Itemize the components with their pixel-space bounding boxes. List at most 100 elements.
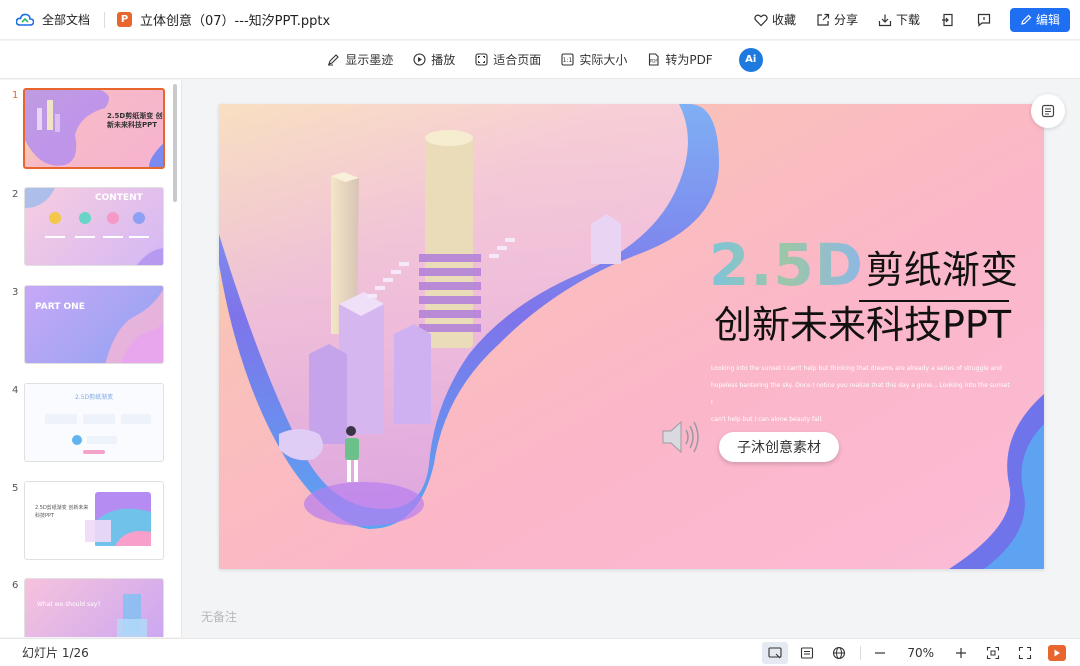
thumbnail-slide-2[interactable]: CONTENT	[24, 187, 164, 266]
favorite-button[interactable]: 收藏	[744, 11, 806, 28]
slide-notes[interactable]: 无备注	[201, 608, 237, 625]
show-ink-button[interactable]: 显示墨迹	[327, 51, 393, 68]
zoom-in-button[interactable]	[948, 642, 974, 664]
normal-view-button[interactable]	[762, 641, 789, 664]
thumbnail-art	[85, 492, 151, 546]
thumbnail-number: 3	[12, 287, 19, 298]
web-view-button[interactable]	[826, 642, 852, 664]
divider	[860, 645, 862, 660]
favorite-label: 收藏	[771, 13, 796, 27]
slide-title-line-1: 2.5D 剪纸渐变	[709, 236, 1018, 294]
slideshow-play-button[interactable]	[1048, 644, 1066, 661]
fit-screen-icon	[986, 646, 1000, 659]
pencil-icon	[1021, 14, 1032, 25]
download-button[interactable]: 下载	[868, 11, 930, 28]
slide-title-2-5d: 2.5D	[709, 231, 864, 299]
fullscreen-button[interactable]	[1012, 642, 1038, 664]
thumbnail-slide-5[interactable]: 2.5D剪纸渐变 创新未来科技PPT	[24, 481, 164, 560]
comment-icon	[977, 13, 991, 27]
convert-pdf-button[interactable]: PDF 转为PDF	[647, 51, 713, 68]
svg-text:PDF: PDF	[650, 59, 658, 64]
title-underline	[859, 300, 1009, 302]
slide-author-pill: 子沐创意素材	[719, 432, 839, 462]
actual-size-icon: 1:1	[561, 53, 574, 66]
play-circle-icon	[413, 53, 426, 66]
current-slide: 2.5D 剪纸渐变 创新未来科技PPT Looking into the sun…	[219, 104, 1044, 569]
fit-page-button[interactable]: 适合页面	[475, 51, 541, 68]
all-documents-link[interactable]: 全部文档	[42, 11, 90, 28]
notes-view-button[interactable]	[794, 642, 820, 664]
export-button[interactable]	[930, 13, 966, 27]
export-icon	[941, 13, 953, 26]
comment-button[interactable]	[966, 13, 1002, 27]
document-title: 立体创意（07）---知汐PPT.pptx	[140, 14, 331, 29]
thumbnail-title: What we should say?	[37, 601, 101, 608]
show-ink-label: 显示墨迹	[345, 53, 394, 67]
actual-size-label: 实际大小	[579, 53, 628, 67]
ppt-file-icon: P	[117, 12, 133, 27]
slide-body-line: can't help but I can alone beauty fall.	[711, 416, 824, 423]
thumbnail-number: 5	[12, 483, 19, 494]
fit-page-label: 适合页面	[493, 53, 542, 67]
share-button[interactable]: 分享	[806, 11, 868, 28]
convert-pdf-label: 转为PDF	[665, 53, 713, 67]
pdf-icon: PDF	[649, 53, 659, 66]
slide-canvas: 2.5D 剪纸渐变 创新未来科技PPT Looking into the sun…	[183, 80, 1080, 637]
thumbnail-number: 6	[12, 580, 19, 591]
play-label: 播放	[431, 53, 456, 67]
download-label: 下载	[895, 13, 920, 27]
audio-speaker-icon[interactable]	[659, 417, 703, 460]
slides-list-icon	[1041, 104, 1055, 118]
slide-counter: 幻灯片 1/26	[22, 646, 89, 660]
pen-icon	[328, 54, 340, 66]
fit-screen-button[interactable]	[980, 642, 1006, 664]
thumbnail-number: 1	[12, 90, 19, 101]
thumbnail-title: PART ONE	[35, 302, 85, 312]
play-button[interactable]: 播放	[413, 51, 455, 68]
zoom-out-button[interactable]	[867, 642, 893, 664]
thumbnail-title: 2.5D剪纸渐变 创新未来科技PPT	[35, 505, 89, 519]
svg-text:1:1: 1:1	[563, 57, 573, 64]
play-icon	[1054, 649, 1060, 656]
globe-icon	[833, 646, 846, 659]
zoom-level: 70%	[907, 645, 934, 660]
thumbnail-art	[105, 289, 163, 363]
share-label: 分享	[833, 13, 858, 27]
ai-assistant-button[interactable]: Ai	[738, 47, 763, 72]
normal-view-icon	[768, 646, 782, 658]
thumbnail-number: 2	[12, 189, 19, 200]
floating-tool-button[interactable]	[1031, 94, 1065, 128]
divider	[104, 11, 106, 28]
slide-title-cn-1: 剪纸渐变	[865, 248, 1018, 292]
fit-page-icon	[475, 53, 488, 66]
thumbnail-title: CONTENT	[95, 193, 143, 203]
slide-body-line: hopeless bantering the sky. Once I notic…	[711, 382, 1010, 406]
edit-button[interactable]: 编辑	[1009, 7, 1070, 32]
slide-thumbnail-panel: 1 2.5D剪纸渐变 创新未来科技PPT 2 CONTENT 3 PART ON…	[0, 80, 182, 637]
thumbnail-slide-3[interactable]: PART ONE	[24, 285, 164, 364]
notes-icon	[801, 646, 814, 659]
slide-body-line: Looking into the sunset I can't help but…	[711, 365, 1002, 372]
viewer-toolbar: 显示墨迹 播放 适合页面 1:1 实际大小 PDF 转为PDF Ai	[0, 41, 1080, 79]
thumbnail-title: 2.5D剪纸渐变 创新未来科技PPT	[107, 112, 163, 129]
top-bar: 全部文档 P 立体创意（07）---知汐PPT.pptx 收藏 分享 下载 编辑	[0, 0, 1080, 40]
thumbnail-slide-1[interactable]: 2.5D剪纸渐变 创新未来科技PPT	[23, 88, 165, 169]
download-icon	[878, 14, 892, 26]
share-icon	[817, 13, 830, 26]
minus-icon	[875, 651, 886, 654]
actual-size-button[interactable]: 1:1 实际大小	[561, 51, 627, 68]
thumbnail-title: 2.5D剪纸渐变	[75, 394, 114, 401]
edit-label: 编辑	[1035, 13, 1060, 27]
thumbnail-art	[117, 594, 147, 637]
fullscreen-icon	[1018, 646, 1032, 659]
slide-title-line-2: 创新未来科技PPT	[714, 303, 1012, 347]
status-bar: 幻灯片 1/26 70%	[0, 638, 1080, 666]
plus-icon	[956, 647, 966, 658]
thumbnail-number: 4	[12, 385, 19, 396]
thumbnail-slide-4[interactable]: 2.5D剪纸渐变	[24, 383, 164, 462]
thumbnail-slide-6[interactable]: What we should say?	[24, 578, 164, 637]
slide-body-text: Looking into the sunset I can't help but…	[711, 360, 1011, 428]
thumbnail-scrollbar[interactable]	[173, 84, 177, 202]
status-controls: 70%	[756, 641, 1066, 664]
cloud-icon[interactable]	[16, 11, 34, 29]
